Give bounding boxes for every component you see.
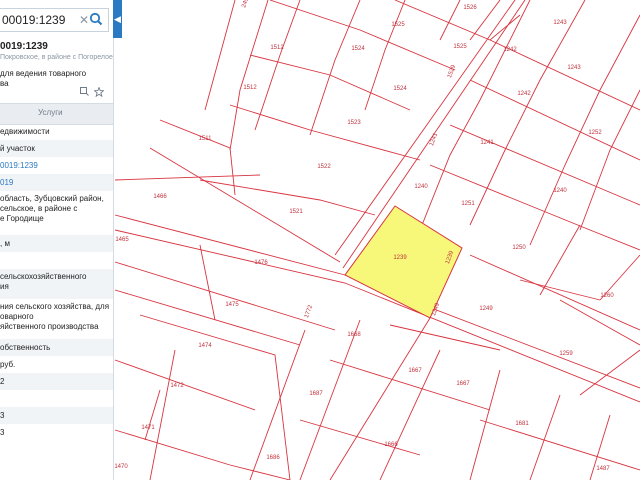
favorite-star-icon[interactable] (94, 87, 104, 97)
info-panel: ✕ 0019:1239 Покровское, в районе с Погор… (0, 0, 114, 480)
parcel-label: 1487 (596, 466, 610, 472)
info-row-value: руб. (0, 360, 16, 369)
parcel-label: 1241 (429, 132, 439, 147)
parcel-label: 1667 (408, 368, 422, 374)
parcel-label: 1250 (512, 245, 526, 251)
parcel-label: 1465 (115, 237, 129, 243)
collapse-panel-button[interactable]: ◀ (113, 0, 122, 38)
parcel-label: 1259 (559, 351, 573, 357)
parcel-label: 1241 (480, 140, 494, 146)
info-row-value: едвижимости (0, 127, 50, 136)
search-box: ✕ (0, 8, 109, 32)
info-row: 3 (0, 407, 113, 424)
parcel-label: 1243 (567, 65, 581, 71)
parcel-label: 1243 (553, 20, 567, 26)
parcel-label: 1249 (479, 306, 493, 312)
parcel-label: 1524 (351, 46, 365, 52)
info-row: 2 (0, 373, 113, 390)
info-row-link[interactable]: 0019:1239 (0, 161, 38, 171)
parcel-label: 1526 (463, 5, 477, 11)
info-row (0, 252, 113, 269)
parcel-label: 1525 (391, 22, 405, 28)
info-row: й участок (0, 140, 113, 157)
info-row-value: й участок (0, 144, 35, 153)
parcel-label: 1475 (225, 302, 239, 308)
parcel-label: 1471 (141, 425, 155, 431)
parcel-label: 1525 (453, 44, 467, 50)
parcel-label: 1476 (254, 260, 268, 266)
parcel-label: 1470 (114, 464, 128, 470)
parcel-label: 1521 (289, 209, 303, 215)
parcel-label: 1252 (588, 130, 602, 136)
parcel-label: 1668 (347, 332, 361, 338)
info-row: сельскохозяйственного ия (0, 269, 113, 299)
info-row-value: 3 (0, 428, 5, 437)
parcel-label: 1251 (461, 201, 475, 207)
panel-tabs: Услуги (0, 103, 113, 125)
info-row: обственность (0, 339, 113, 356)
parcel-label: 1681 (515, 421, 529, 427)
road-label: 245 (241, 0, 250, 9)
parcel-label: 1686 (266, 455, 280, 461)
tab-services[interactable]: Услуги (38, 108, 63, 117)
parcel-label: 1242 (517, 91, 531, 97)
info-row-value: сельскохозяйственного ия (0, 272, 87, 291)
info-row: 0019:1239 (0, 157, 113, 174)
object-subtitle: Покровское, в районе с Погорелое (0, 54, 113, 61)
parcel-label: 1524 (393, 86, 407, 92)
info-row-value: ния сельского хозяйства, для оварного яй… (0, 302, 110, 331)
info-row: 3 (0, 424, 113, 441)
info-row (0, 390, 113, 407)
chevron-left-icon: ◀ (114, 14, 121, 24)
cadastral-search-input[interactable] (0, 9, 78, 31)
parcel-label: 1512 (243, 85, 257, 91)
info-row-value: 3 (0, 411, 5, 420)
parcel-label: 1240 (553, 188, 567, 194)
info-row-link[interactable]: 019 (0, 178, 13, 188)
parcel-label: 1666 (384, 442, 398, 448)
parcel-label: 1466 (153, 194, 167, 200)
parcel-label: 1522 (317, 164, 331, 170)
search-icon[interactable] (89, 12, 103, 26)
info-row: едвижимости (0, 123, 113, 140)
parcel-label: 1472 (170, 383, 184, 389)
info-row-value: область, Зубцовский район, сельское, в р… (0, 194, 104, 223)
parcel-label: 1529 (447, 64, 457, 79)
parcel-label: 1474 (198, 343, 212, 349)
parcel-label: 1772 (304, 304, 314, 319)
parcel-label: 1239 (393, 255, 407, 261)
info-row: ния сельского хозяйства, для оварного яй… (0, 299, 113, 339)
info-row-value: обственность (0, 343, 51, 352)
parcel-label: 1523 (347, 120, 361, 126)
parcel-label: 1511 (199, 136, 213, 142)
parcel-label: 1512 (270, 45, 284, 51)
object-title: 0019:1239 (0, 41, 48, 52)
parcel-label: 1260 (600, 293, 614, 299)
parcel-label: 1687 (309, 391, 323, 397)
info-row: руб. (0, 356, 113, 373)
info-row: область, Зубцовский район, сельское, в р… (0, 191, 113, 235)
info-row-value: 2 (0, 377, 5, 386)
parcel-label: 1242 (503, 47, 517, 53)
zoom-to-object-icon[interactable] (80, 87, 89, 96)
parcel-label: 1667 (456, 381, 470, 387)
parcel-label: 1240 (414, 184, 428, 190)
object-purpose: для ведения товарного ва (0, 69, 87, 88)
clear-icon[interactable]: ✕ (79, 13, 89, 27)
info-row-value: , м (0, 239, 10, 248)
info-row: 019 (0, 174, 113, 191)
info-row: , м (0, 235, 113, 252)
